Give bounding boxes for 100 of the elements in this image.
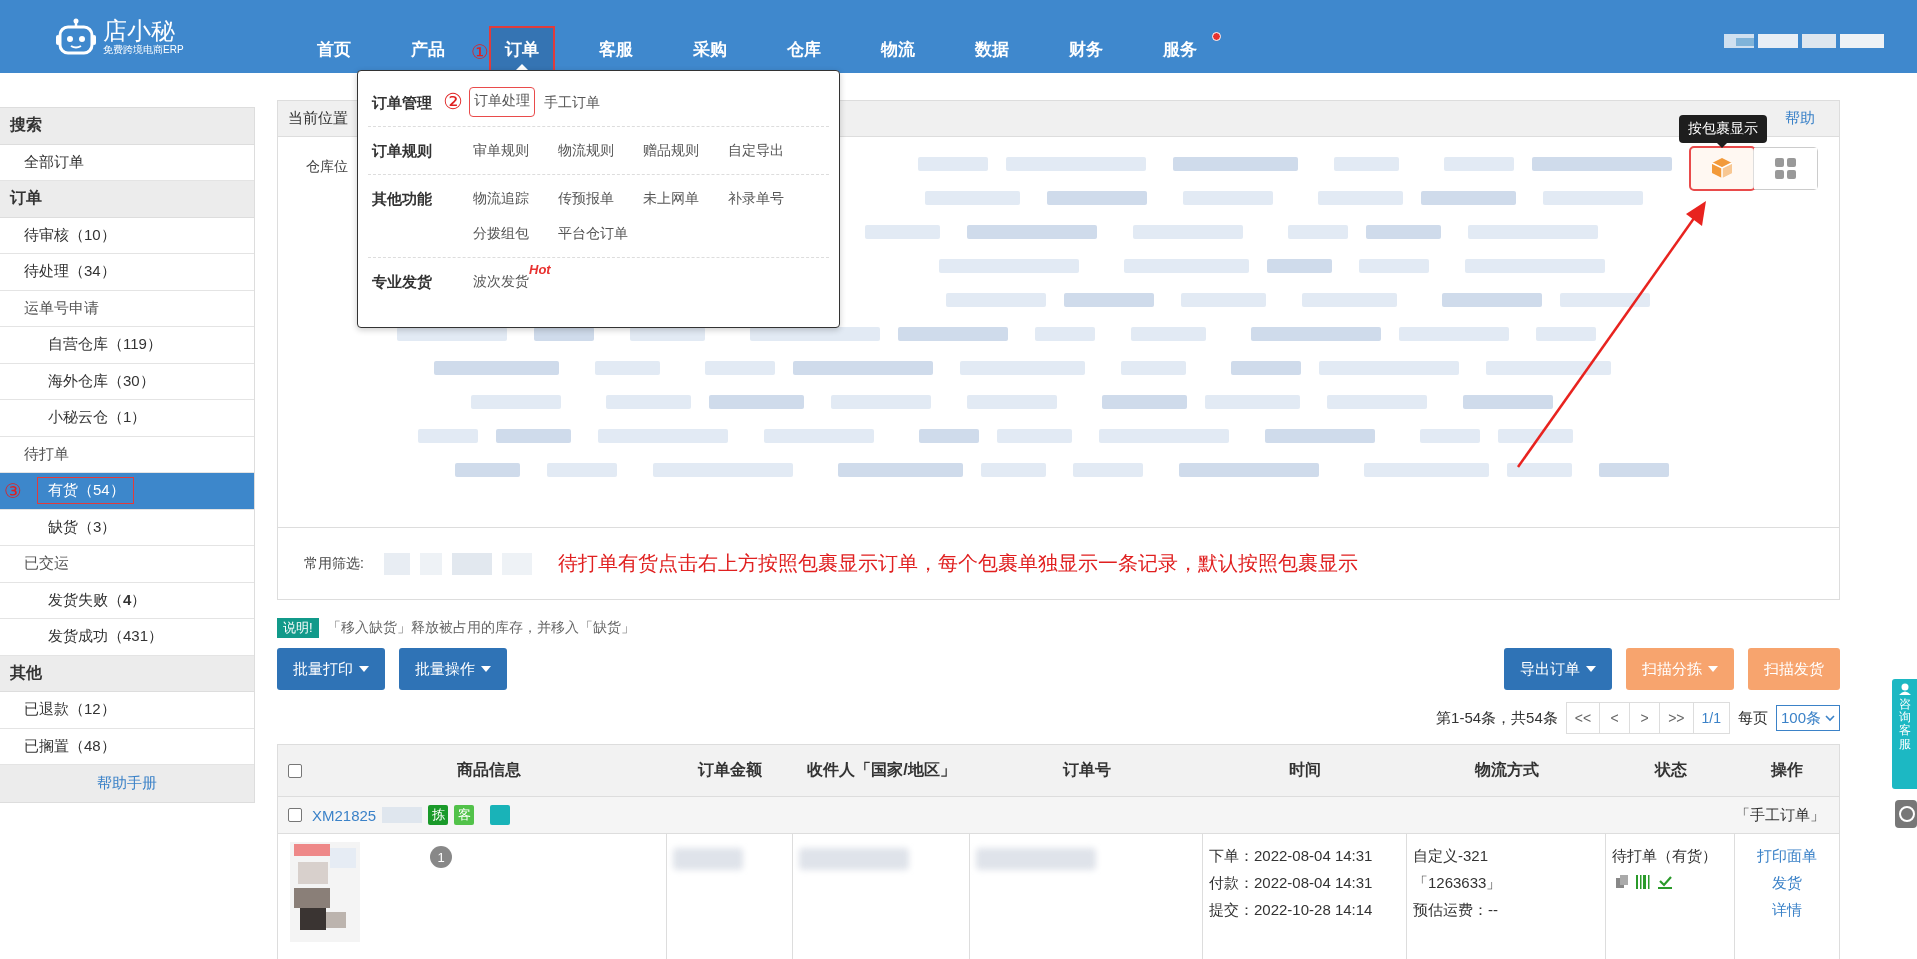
order-tag: 拣 — [428, 805, 449, 825]
nav-tab[interactable]: 客服 — [585, 28, 647, 70]
help-icon — [1895, 800, 1917, 828]
documents-icon — [1616, 875, 1628, 888]
menu-item[interactable]: 物流规则 — [558, 137, 643, 164]
sidebar-item[interactable]: 海外仓库（30） — [0, 363, 254, 400]
checkmark-icon — [1658, 875, 1672, 889]
chevron-down-icon — [1825, 714, 1835, 722]
sidebar-item[interactable]: 待审核（10） — [0, 217, 254, 254]
menu-group-title: 其他功能 — [371, 189, 433, 209]
time-text: 提交：2022-10-28 14:14 — [1209, 900, 1374, 920]
nav-tab[interactable]: 采购 — [679, 28, 741, 70]
order-tag: 客 — [454, 805, 475, 825]
menu-item[interactable]: 平台仓订单 — [558, 220, 643, 247]
action-link[interactable]: 详情 — [1741, 896, 1833, 923]
column-header: 物流方式 — [1473, 760, 1540, 780]
status-text: 待打单（有货） — [1612, 846, 1718, 866]
column-header: 收件人「国家/地区」 — [806, 760, 957, 780]
toolbar-button[interactable]: 批量打印 — [277, 648, 385, 690]
sidebar-item[interactable]: ③ 有货（54） — [0, 473, 254, 510]
sidebar-item[interactable]: 已交运 — [0, 546, 254, 583]
hot-label: Hot — [529, 262, 551, 277]
sidebar-item[interactable]: 缺货（3） — [0, 509, 254, 546]
column-header: 商品信息 — [456, 760, 522, 780]
menu-item[interactable]: 补录单号 — [728, 185, 813, 212]
menu-item[interactable]: 自定导出 — [728, 137, 813, 164]
toolbar-button[interactable]: 批量操作 — [399, 648, 507, 690]
caret-icon — [481, 666, 491, 672]
page-summary: 第1-54条，共54条 — [1436, 708, 1558, 728]
sidebar-item[interactable]: 发货成功（431） — [0, 619, 254, 656]
notice-badge: 说明! — [277, 618, 319, 638]
breadcrumb-label: 当前位置 — [288, 108, 348, 128]
checkbox[interactable] — [287, 763, 302, 778]
action-link[interactable]: 发货 — [1741, 869, 1833, 896]
package-icon — [1711, 157, 1733, 180]
logo-tagline: 免费跨境电商ERP — [103, 43, 184, 56]
caret-icon — [1708, 666, 1718, 672]
nav-tab[interactable]: 仓库 — [773, 28, 835, 70]
nav-tab[interactable]: 物流 — [867, 28, 929, 70]
tooltip-pointer — [1717, 142, 1727, 148]
menu-item[interactable]: 订单处理 — [470, 88, 534, 116]
caret-icon — [1586, 666, 1596, 672]
help-link[interactable]: 帮助手册 — [0, 765, 254, 802]
sidebar-section-title: 订单 — [0, 181, 254, 218]
column-header: 状态 — [1653, 760, 1688, 780]
sidebar-item[interactable]: 小秘云仓（1） — [0, 400, 254, 437]
menu-item[interactable]: 物流追踪 — [473, 185, 558, 212]
annotation-text: 待打单有货点击右上方按照包裹显示订单，每个包裹单独显示一条记录，默认按照包裹显示 — [557, 551, 1358, 577]
column-header: 订单号 — [1061, 760, 1112, 780]
checkbox[interactable] — [288, 808, 302, 822]
menu-item[interactable]: 审单规则 — [473, 137, 558, 164]
sidebar-section-title: 搜索 — [0, 108, 254, 145]
notice-text: 「移入缺货」释放被占用的库存，并移入「缺货」 — [326, 619, 635, 637]
nav-tab[interactable]: 产品 — [397, 28, 459, 70]
order-number-link[interactable]: XM21825 — [312, 806, 377, 824]
per-page-select[interactable]: 100条 — [1775, 705, 1840, 731]
column-header: 订单金额 — [696, 760, 763, 780]
time-text: 付款：2022-08-04 14:31 — [1209, 873, 1374, 893]
help-link[interactable]: 帮助 — [1785, 108, 1815, 128]
menu-item[interactable]: 未上网单 — [643, 185, 728, 212]
sidebar-item[interactable]: 运单号申请 — [0, 290, 254, 327]
sidebar-item[interactable]: 自营仓库（119） — [0, 327, 254, 364]
barcode-icon — [1636, 875, 1650, 889]
view-toggle-button[interactable] — [1754, 147, 1817, 189]
menu-item[interactable]: 波次发货 — [473, 268, 529, 295]
menu-group-title: 订单规则 — [370, 141, 433, 161]
blurred-text — [673, 848, 743, 870]
order-source: 「手工订单」 — [1735, 805, 1825, 825]
callout-number: ② — [443, 89, 464, 116]
person-icon — [1898, 683, 1911, 695]
nav-tab[interactable]: 财务 — [1055, 28, 1117, 70]
nav-tab[interactable]: 服务 — [1149, 28, 1211, 70]
nav-tab[interactable]: 首页 — [303, 28, 365, 70]
time-text: 下单：2022-08-04 14:31 — [1209, 846, 1374, 866]
sidebar-item[interactable]: 待处理（34） — [0, 254, 254, 291]
menu-group-title: 订单管理 — [370, 93, 433, 113]
menu-item[interactable]: 分拨组包 — [473, 220, 558, 247]
menu-item[interactable]: 手工订单 — [544, 89, 629, 116]
caret-icon — [359, 666, 369, 672]
action-link[interactable]: 打印面单 — [1741, 842, 1833, 869]
quantity-badge: 1 — [430, 846, 452, 868]
logistics-text: 「1263633」 — [1413, 873, 1503, 893]
tooltip: 按包裹显示 — [1679, 114, 1767, 143]
nav-tab[interactable]: 订单 — [491, 28, 553, 70]
menu-item[interactable]: 传预报单 — [558, 185, 643, 212]
nav-tab[interactable]: 数据 — [961, 28, 1023, 70]
toolbar-button[interactable]: 导出订单 — [1504, 648, 1612, 690]
logistics-text: 自定义-321 — [1413, 846, 1490, 866]
sidebar-item[interactable]: 发货失败（4） — [0, 582, 254, 619]
menu-item[interactable]: 赠品规则 — [643, 137, 728, 164]
filter-label: 仓库位 — [306, 157, 348, 174]
per-page-label: 每页 — [1737, 708, 1768, 728]
column-header: 时间 — [1288, 760, 1322, 780]
sidebar-section-title: 其他 — [0, 655, 254, 692]
logo-name: 店小秘 — [103, 17, 176, 44]
sidebar-item[interactable]: 已退款（12） — [0, 692, 254, 729]
logistics-text: 预估运费：-- — [1413, 900, 1499, 920]
callout-number: ③ — [4, 478, 22, 503]
menu-group-title: 专业发货 — [371, 272, 433, 292]
robot-logo-icon — [55, 17, 97, 56]
